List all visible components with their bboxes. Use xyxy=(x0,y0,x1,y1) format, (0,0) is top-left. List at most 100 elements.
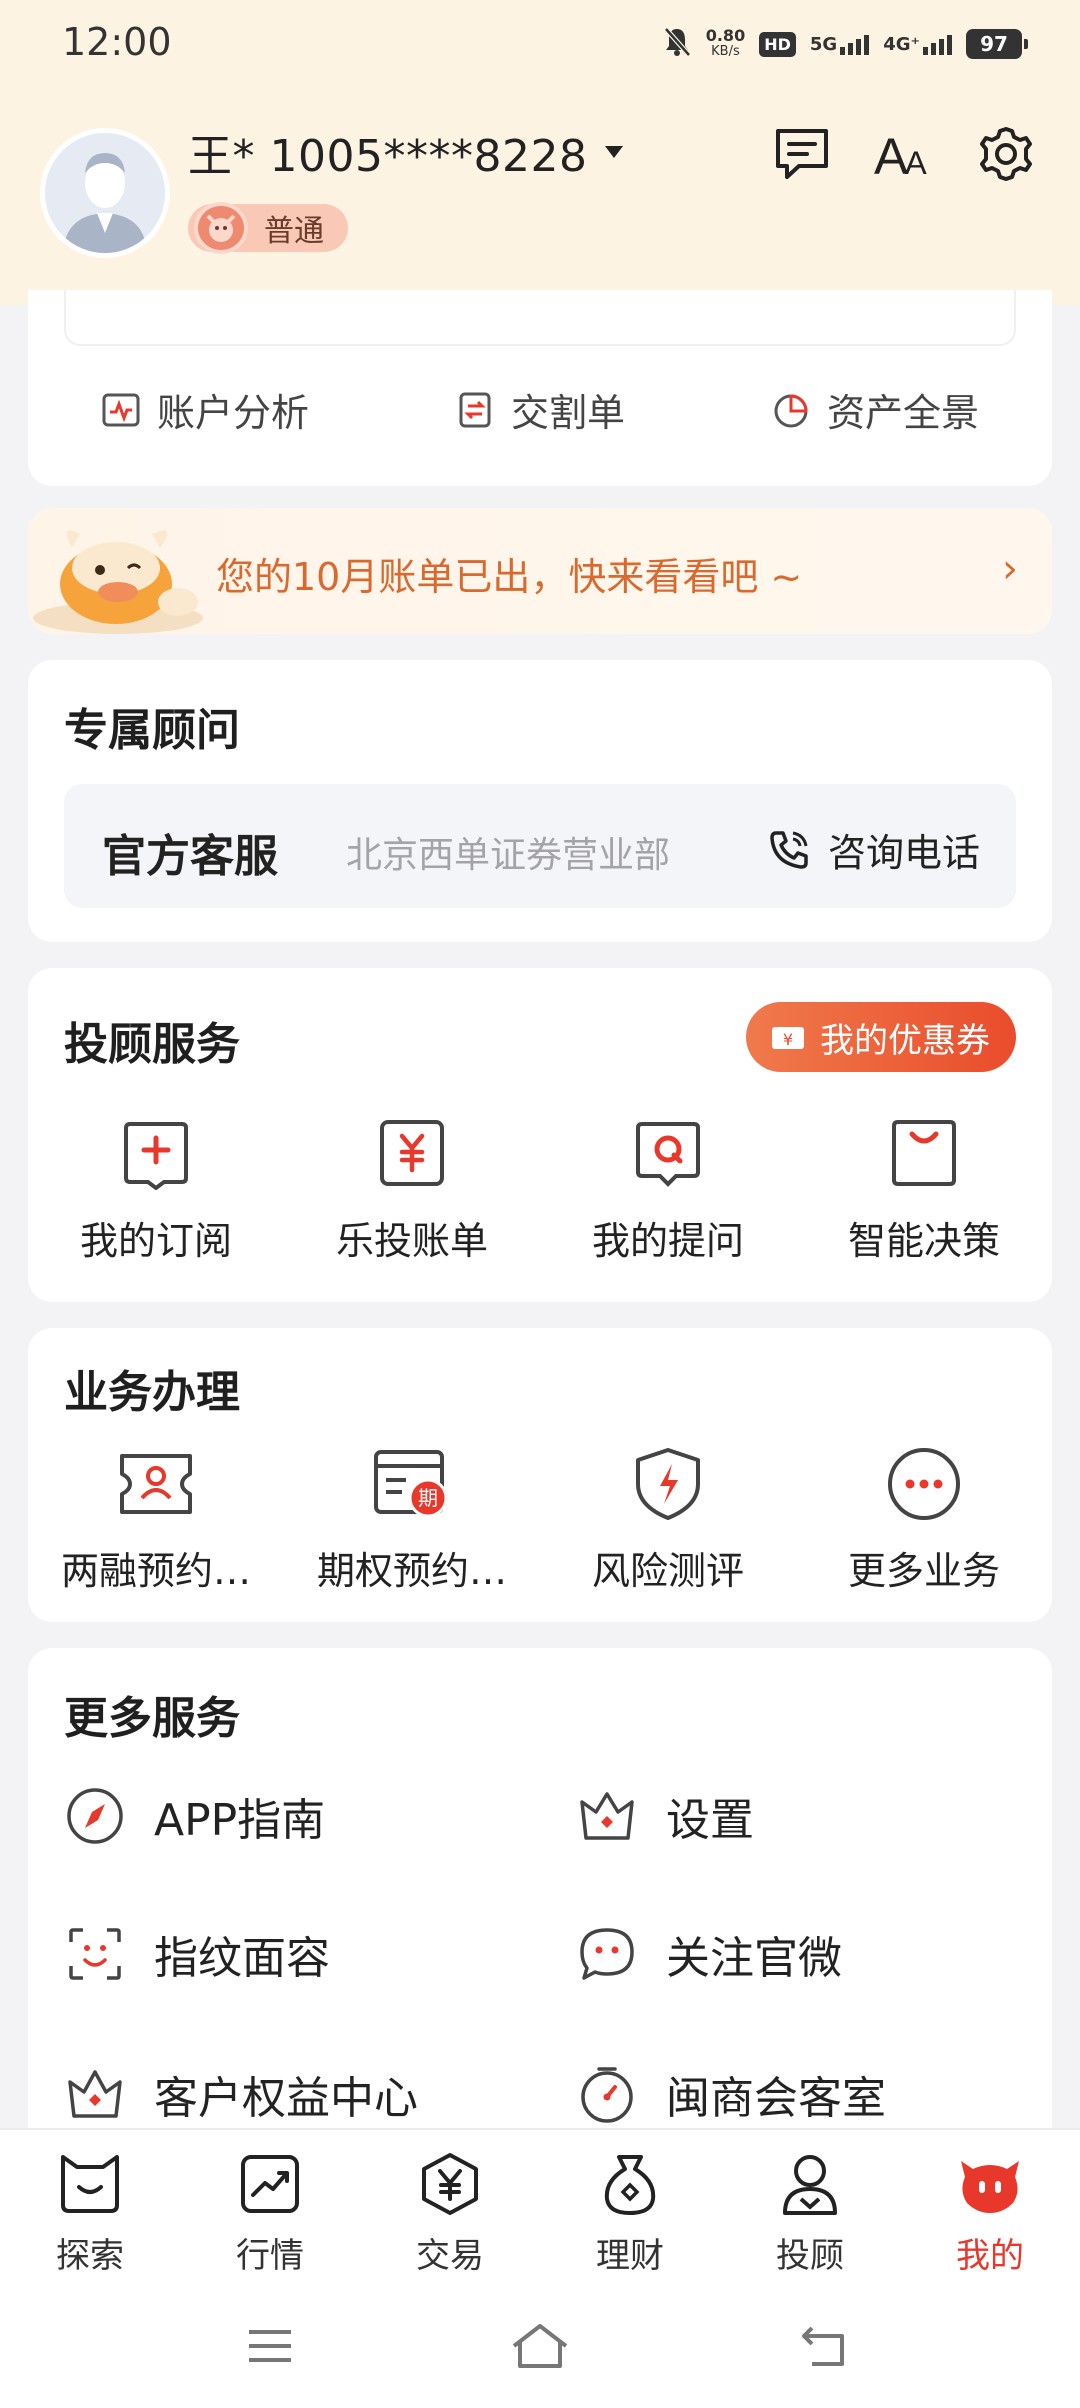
consult-phone-button[interactable]: 咨询电话 xyxy=(766,822,980,877)
risk-assessment-label: 风险测评 xyxy=(591,1549,744,1593)
biometrics-item[interactable]: 指纹面容 xyxy=(64,1922,330,1986)
more-business-item[interactable]: 更多业务 xyxy=(796,1444,1052,1595)
phone-icon xyxy=(770,830,808,869)
account-card: 账户分析 交割单 资产全景 xyxy=(28,290,1052,486)
asset-overview-link[interactable]: 资产全景 xyxy=(771,382,979,437)
wechat-bubble-icon xyxy=(576,1923,638,1985)
back-icon[interactable] xyxy=(794,2316,854,2376)
menu-icon[interactable] xyxy=(240,2316,300,2376)
advisor-person-icon xyxy=(774,2148,846,2220)
my-coupons-button[interactable]: ¥ 我的优惠券 xyxy=(746,1002,1016,1072)
crown-icon xyxy=(64,2063,126,2125)
biometrics-label: 指纹面容 xyxy=(154,1933,330,1984)
monthly-bill-banner[interactable]: 您的10月账单已出，快来看看吧 ~ › xyxy=(28,508,1052,634)
option-glyph: 期 xyxy=(418,1486,438,1510)
minshang-lounge-item[interactable]: 闽商会客室 xyxy=(576,2062,886,2126)
tab-me-label: 我的 xyxy=(956,2236,1024,2276)
option-booking-label: 期权预约… xyxy=(316,1549,507,1593)
tab-me[interactable]: 我的 xyxy=(900,2130,1080,2284)
home-icon[interactable] xyxy=(510,2316,570,2376)
option-calendar-icon: 期 xyxy=(372,1444,452,1524)
more-business-label: 更多业务 xyxy=(847,1549,1000,1593)
net-speed: 0.80 KB/s xyxy=(706,28,745,60)
follow-wechat-item[interactable]: 关注官微 xyxy=(576,1922,842,1986)
me-mascot-icon xyxy=(954,2148,1026,2220)
tab-market[interactable]: 行情 xyxy=(180,2130,360,2284)
settlement-statement-label: 交割单 xyxy=(510,391,625,435)
system-navigation-bar xyxy=(0,2284,1080,2408)
crown-settings-icon xyxy=(576,1785,638,1847)
tab-trade-label: 交易 xyxy=(416,2236,484,2276)
explore-icon xyxy=(54,2148,126,2220)
advisor-row[interactable]: 官方客服 北京西单证券营业部 咨询电话 xyxy=(64,784,1016,908)
margin-booking-item[interactable]: 两融预约… xyxy=(28,1444,284,1595)
smart-bag-icon xyxy=(884,1114,964,1194)
letou-bill-item[interactable]: 乐投账单 xyxy=(284,1114,540,1265)
money-bag-icon xyxy=(594,2148,666,2220)
option-booking-item[interactable]: 期 期权预约… xyxy=(284,1444,540,1595)
member-level-badge[interactable]: 普通 xyxy=(188,202,348,254)
more-services-card: 更多服务 APP指南 设置 指纹面容 关注官微 客户权益中心 闽商会客室 xyxy=(28,1648,1052,2148)
tab-explore[interactable]: 探索 xyxy=(0,2130,180,2284)
minshang-lounge-label: 闽商会客室 xyxy=(666,2073,886,2124)
follow-wechat-label: 关注官微 xyxy=(666,1933,842,1984)
more-services-title: 更多服务 xyxy=(64,1693,240,1744)
battery-icon: 97 xyxy=(966,29,1028,59)
settlement-statement-link[interactable]: 交割单 xyxy=(455,382,625,437)
my-questions-label: 我的提问 xyxy=(591,1219,744,1263)
status-bar: 12:00 0.80 KB/s HD 5G 4G⁺ 97 xyxy=(0,0,1080,86)
tab-advisor[interactable]: 投顾 xyxy=(720,2130,900,2284)
font-size-icon[interactable]: AA xyxy=(874,124,934,184)
avatar[interactable] xyxy=(40,128,170,258)
smart-decision-item[interactable]: 智能决策 xyxy=(796,1114,1052,1265)
user-silhouette-icon xyxy=(45,133,165,253)
account-analysis-link[interactable]: 账户分析 xyxy=(101,382,309,437)
app-guide-item[interactable]: APP指南 xyxy=(64,1784,325,1848)
signal-bars-icon xyxy=(923,33,952,55)
status-time: 12:00 xyxy=(62,20,172,64)
signal-4g: 4G⁺ xyxy=(883,33,952,55)
my-subscriptions-label: 我的订阅 xyxy=(79,1219,232,1263)
risk-assessment-item[interactable]: 风险测评 xyxy=(540,1444,796,1595)
cow-mascot-icon xyxy=(33,530,203,634)
advisory-section-title: 投顾服务 xyxy=(64,1019,240,1070)
message-icon[interactable] xyxy=(772,124,832,184)
bill-banner-text: 您的10月账单已出，快来看看吧 ~ xyxy=(216,555,803,599)
advisor-card: 专属顾问 官方客服 北京西单证券营业部 咨询电话 xyxy=(28,660,1052,942)
margin-ticket-icon xyxy=(116,1444,196,1524)
advisory-services-card: 投顾服务 ¥ 我的优惠券 我的订阅 乐投账单 我的提问 智能决策 xyxy=(28,968,1052,1302)
settings-label: 设置 xyxy=(666,1795,754,1846)
net-5g-label: 5G xyxy=(809,34,838,55)
asset-overview-label: 资产全景 xyxy=(826,391,979,435)
account-selector[interactable]: 王* 1005****8228 xyxy=(188,120,624,184)
tab-explore-label: 探索 xyxy=(56,2236,124,2276)
svg-text:¥: ¥ xyxy=(783,1030,793,1049)
account-summary-box xyxy=(64,290,1016,346)
letou-bill-label: 乐投账单 xyxy=(335,1219,488,1263)
business-grid: 两融预约… 期 期权预约… 风险测评 更多业务 xyxy=(28,1444,1052,1595)
pie-chart-icon xyxy=(774,393,808,427)
question-bubble-icon xyxy=(628,1114,708,1194)
advisory-grid: 我的订阅 乐投账单 我的提问 智能决策 xyxy=(28,1114,1052,1265)
trade-yen-icon xyxy=(414,2148,486,2220)
settings-item[interactable]: 设置 xyxy=(576,1784,754,1848)
customer-rights-item[interactable]: 客户权益中心 xyxy=(64,2062,418,2126)
profile-header: 12:00 0.80 KB/s HD 5G 4G⁺ 97 王* 1005****… xyxy=(0,0,1080,305)
my-questions-item[interactable]: 我的提问 xyxy=(540,1114,796,1265)
advisor-name: 官方客服 xyxy=(102,831,278,882)
tab-wealth[interactable]: 理财 xyxy=(540,2130,720,2284)
advisor-branch: 北京西单证券营业部 xyxy=(346,835,671,876)
tab-market-label: 行情 xyxy=(236,2236,304,2276)
business-section-title: 业务办理 xyxy=(64,1367,240,1418)
tab-advisor-label: 投顾 xyxy=(776,2236,844,2276)
my-subscriptions-item[interactable]: 我的订阅 xyxy=(28,1114,284,1265)
app-guide-label: APP指南 xyxy=(154,1795,326,1846)
settings-gear-icon[interactable] xyxy=(976,124,1036,184)
caret-down-icon xyxy=(605,146,624,158)
stopwatch-icon xyxy=(576,2063,638,2125)
svg-text:A: A xyxy=(874,128,908,182)
subscribe-icon xyxy=(116,1114,196,1194)
face-scan-icon xyxy=(64,1923,126,1985)
account-links: 账户分析 交割单 资产全景 xyxy=(28,382,1052,437)
tab-trade[interactable]: 交易 xyxy=(360,2130,540,2284)
